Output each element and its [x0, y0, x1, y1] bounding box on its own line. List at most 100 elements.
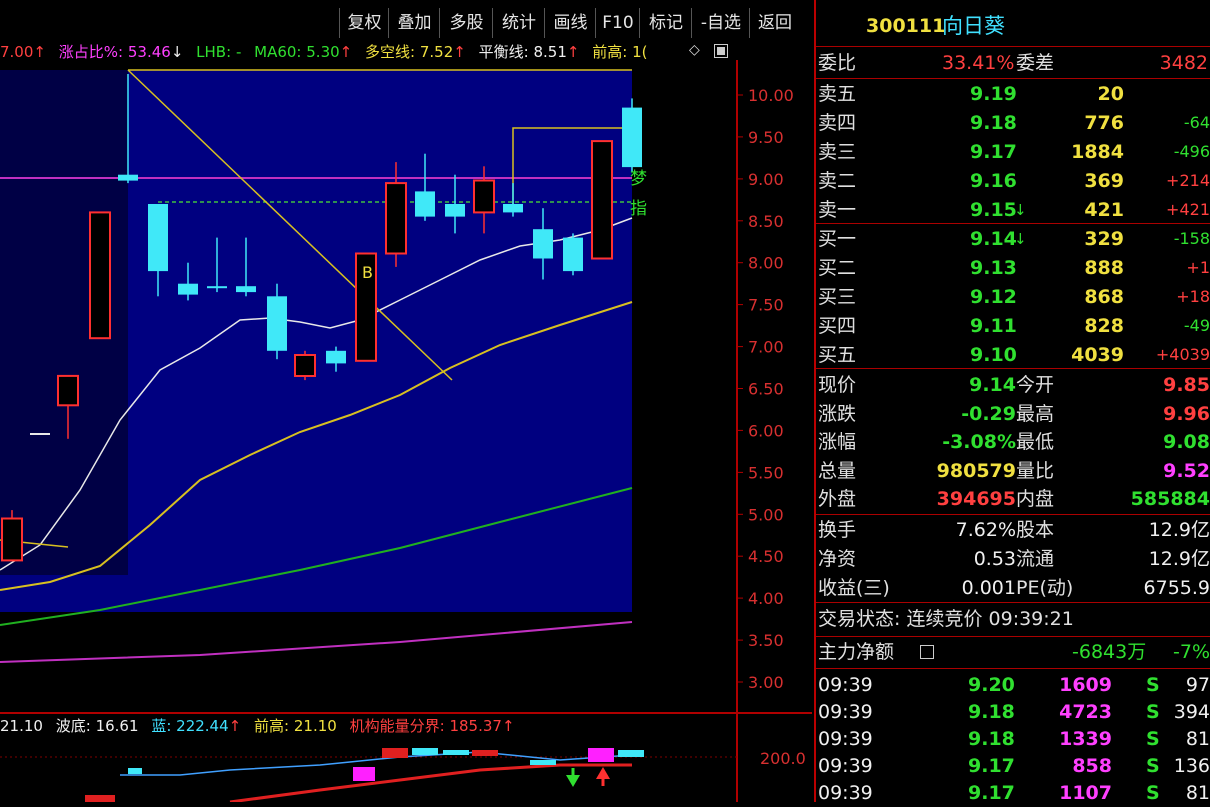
- candle[interactable]: [294, 354, 316, 377]
- price-axis-label: 10.00: [748, 86, 794, 105]
- vol-bar: [443, 750, 469, 755]
- price-axis-label: 8.00: [748, 254, 784, 273]
- candle[interactable]: [1, 517, 23, 562]
- buy-order-row[interactable]: 买四 9.11 828 -49: [816, 312, 1210, 340]
- candle[interactable]: [89, 211, 111, 340]
- vol-bar: [472, 750, 498, 756]
- vol-jigou: 机构能量分界: 185.37↑: [349, 717, 515, 735]
- vol-bar: [85, 795, 115, 802]
- kline-chart[interactable]: 10.00 9.50 9.00 8.50 8.00 7.50 7.00 6.50 6.00 5.5…: [0, 0, 812, 802]
- price-axis-label: 8.50: [748, 212, 784, 231]
- price-axis-label: 4.00: [748, 589, 784, 608]
- volume-panel: [85, 748, 644, 802]
- fundamental-row: 收益(三) 0.001 PE(动) 6755.9: [818, 577, 1210, 599]
- down-arrow-icon: ↓: [1014, 230, 1027, 248]
- toolbar-button[interactable]: 统计: [492, 8, 545, 38]
- toolbar-button[interactable]: 画线: [544, 8, 596, 38]
- quote-panel: 300111 向日葵 委比 33.41% 委差 3482 卖五 9.19 20 卖四 9…: [814, 0, 1210, 804]
- price-axis-label: 7.00: [748, 338, 784, 357]
- zhi-marker: 指: [630, 199, 647, 219]
- chart-area[interactable]: 10.00 9.50 9.00 8.50 8.00 7.50 7.00 6.50 6.00 5.5…: [0, 0, 812, 802]
- indicator-line: 7.00↑ 涨占比%: 53.46↓ LHB: - MA60: 5.30↑ 多空…: [0, 40, 735, 64]
- quote-stat-row: 现价 9.14 今开 9.85: [818, 374, 1210, 396]
- price-axis-label: 9.00: [748, 170, 784, 189]
- buy-order-row[interactable]: 买三 9.12 868 +18: [816, 283, 1210, 311]
- vol-bodi: 波底: 16.61: [55, 717, 139, 735]
- candle[interactable]: [622, 107, 642, 168]
- candle[interactable]: [207, 286, 227, 289]
- sell-order-row[interactable]: 卖一 9.15 421 +421 ↓: [816, 196, 1210, 224]
- dream-marker: 梦: [630, 169, 647, 189]
- chart-toolbar: 复权 叠加 多股 统计 画线 F10 标记 -自选 返回: [0, 8, 812, 38]
- weibi-row: 委比 33.41% 委差 3482: [818, 52, 1208, 74]
- ind-first-value: 7.00↑: [0, 43, 46, 61]
- vol-bar: [353, 767, 375, 781]
- tick-row: 09:39 9.17 1107 S 81: [818, 782, 1210, 804]
- sell-order-row[interactable]: 卖二 9.16 369 +214: [816, 167, 1210, 195]
- price-axis-label: 6.00: [748, 421, 784, 440]
- price-axis-label: 5.00: [748, 505, 784, 524]
- tick-row: 09:39 9.17 858 S 136: [818, 755, 1210, 777]
- buy-order-row[interactable]: 买二 9.13 888 +1: [816, 254, 1210, 282]
- vol-first-value: 21.10: [0, 717, 43, 735]
- toolbar-button[interactable]: 多股: [439, 8, 493, 38]
- vol-qiangao: 前高: 21.10: [254, 717, 337, 735]
- buy-order-row[interactable]: 买一 9.14 329 -158 ↓: [816, 225, 1210, 253]
- vol-lan: 蓝: 222.44↑: [151, 717, 242, 735]
- toolbar-button[interactable]: 叠加: [388, 8, 440, 38]
- diamond-icon[interactable]: ◇: [689, 42, 700, 58]
- fundamental-row: 换手 7.62% 股本 12.9亿: [818, 519, 1210, 541]
- net-flow-row: 主力净额 -6843万 -7%: [818, 641, 1210, 663]
- candle[interactable]: [503, 204, 523, 213]
- candle[interactable]: [236, 286, 256, 293]
- sell-order-row[interactable]: 卖四 9.18 776 -64: [816, 109, 1210, 137]
- trade-status-row: 交易状态: 连续竞价 09:39:21: [818, 608, 1074, 630]
- down-arrow-icon: ↓: [1014, 201, 1027, 219]
- candle[interactable]: [591, 140, 613, 260]
- price-axis-label: 3.50: [748, 631, 784, 650]
- vol-bar: [382, 748, 408, 758]
- candle[interactable]: [267, 296, 287, 351]
- toolbar-button[interactable]: 返回: [749, 8, 800, 38]
- stock-name: 向日葵: [942, 14, 1005, 38]
- candle[interactable]: [57, 374, 79, 407]
- stock-header: 300111 向日葵: [816, 12, 1210, 42]
- vol-bar: [618, 750, 644, 757]
- candle[interactable]: [385, 182, 407, 255]
- tick-row: 09:39 9.18 1339 S 81: [818, 728, 1210, 750]
- price-axis-label: 6.50: [748, 380, 784, 399]
- buy-order-row[interactable]: 买五 9.10 4039 +4039: [816, 341, 1210, 369]
- toolbar-button[interactable]: 复权: [339, 8, 389, 38]
- volume-axis-label: 200.0: [760, 749, 806, 768]
- panel-toggle-icon[interactable]: [714, 44, 728, 58]
- sell-order-row[interactable]: 卖三 9.17 1884 -496: [816, 138, 1210, 166]
- quote-stat-row: 涨幅 -3.08% 最低 9.08: [818, 431, 1210, 453]
- quote-stat-row: 外盘 394695 内盘 585884: [818, 488, 1210, 510]
- candle[interactable]: [326, 350, 346, 364]
- toolbar-button[interactable]: 标记: [639, 8, 692, 38]
- candle[interactable]: [563, 237, 583, 272]
- tick-row: 09:39 9.18 4723 S 394: [818, 701, 1210, 723]
- candle[interactable]: [473, 179, 495, 214]
- vol-bar: [588, 748, 614, 762]
- price-axis: 10.00 9.50 9.00 8.50 8.00 7.50 7.00 6.50 6.00 5.5…: [737, 86, 794, 692]
- candle[interactable]: [415, 191, 435, 217]
- toolbar-button[interactable]: F10: [595, 8, 640, 38]
- candle[interactable]: [118, 174, 138, 181]
- candle[interactable]: [533, 229, 553, 259]
- vol-bar: [128, 768, 142, 774]
- net-flow-icon[interactable]: [920, 645, 934, 659]
- stock-code: 300111: [866, 15, 946, 37]
- price-axis-label: 7.50: [748, 296, 784, 315]
- ind-zhanbi: 涨占比%: 53.46↓: [58, 43, 184, 61]
- candle[interactable]: [445, 204, 465, 217]
- volume-indicator-line: 21.10 波底: 16.61 蓝: 222.44↑ 前高: 21.10 机构能…: [0, 714, 735, 738]
- candle[interactable]: [148, 204, 168, 272]
- ind-lhb: LHB: -: [196, 43, 242, 61]
- candle[interactable]: [178, 283, 198, 295]
- price-axis-label: 5.50: [748, 463, 784, 482]
- quote-stat-row: 涨跌 -0.29 最高 9.96: [818, 402, 1210, 425]
- sell-order-row[interactable]: 卖五 9.19 20: [816, 80, 1210, 108]
- price-axis-label: 9.50: [748, 128, 784, 147]
- toolbar-button[interactable]: -自选: [691, 8, 750, 38]
